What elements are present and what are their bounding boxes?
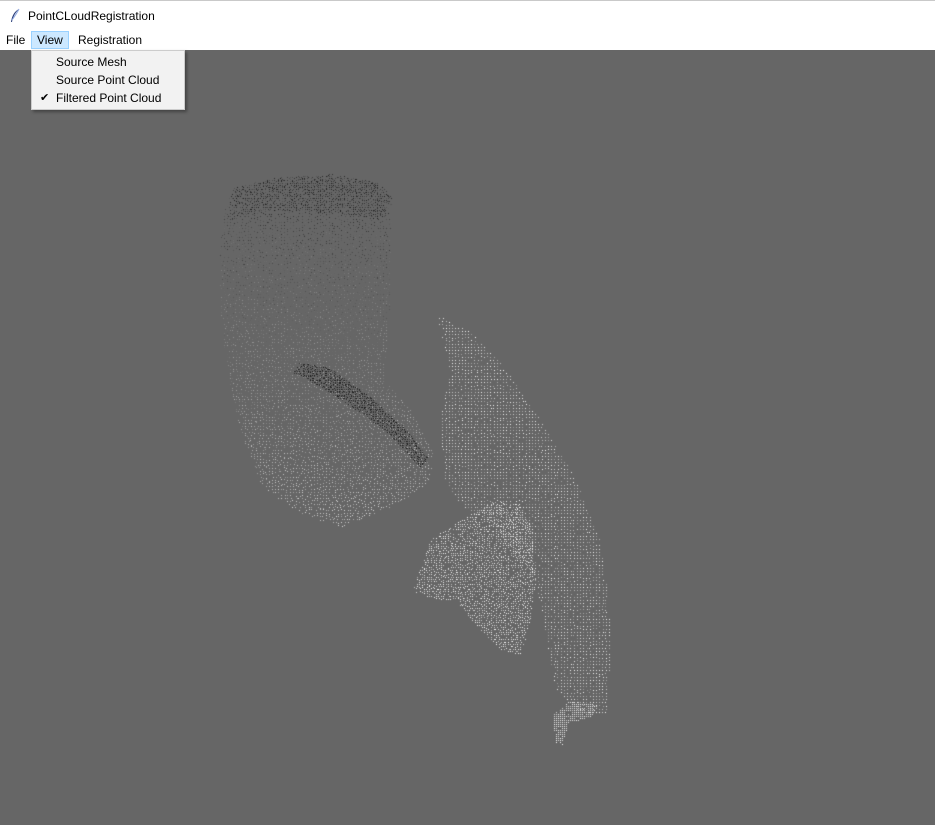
view-menu-dropdown: Source Mesh Source Point Cloud ✔ Filtere… xyxy=(31,50,185,110)
menu-item-filtered-point-cloud[interactable]: ✔ Filtered Point Cloud xyxy=(33,89,183,107)
point-cloud-render[interactable] xyxy=(0,50,935,825)
point-cloud-viewport[interactable] xyxy=(0,50,935,825)
menu-registration[interactable]: Registration xyxy=(72,31,148,49)
check-icon: ✔ xyxy=(40,92,50,104)
feather-icon xyxy=(11,8,20,22)
menu-file[interactable]: File xyxy=(0,31,31,49)
menu-bar: File View Registration xyxy=(0,30,935,50)
menu-item-source-mesh[interactable]: Source Mesh xyxy=(33,53,183,71)
menu-item-label: Filtered Point Cloud xyxy=(56,91,162,105)
menu-item-source-point-cloud[interactable]: Source Point Cloud xyxy=(33,71,183,89)
menu-view[interactable]: View xyxy=(31,31,69,49)
window-title: PointCLoudRegistration xyxy=(28,9,155,23)
menu-item-label: Source Point Cloud xyxy=(56,73,160,87)
menu-item-label: Source Mesh xyxy=(56,55,127,69)
title-bar: PointCLoudRegistration xyxy=(0,0,935,30)
